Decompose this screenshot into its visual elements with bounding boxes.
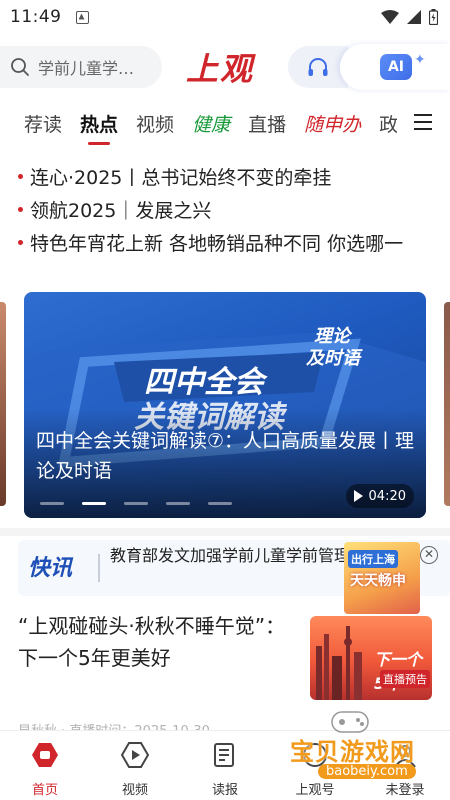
headphones-icon xyxy=(308,58,328,76)
status-time: 11:49 xyxy=(10,7,62,27)
carousel-dot[interactable] xyxy=(124,502,148,505)
headline-text: 连心·2025丨总书记始终不变的牵挂 xyxy=(30,167,332,189)
home-icon xyxy=(31,741,59,769)
headline-text: 领航2025｜发展之兴 xyxy=(30,200,212,222)
nav-newspaper[interactable]: 读报 xyxy=(180,731,270,800)
channel-icon xyxy=(301,741,329,769)
featured-slide[interactable]: 四中全会 关键词解读 理论 及时语 四中全会关键词解读⑦：人口高质量发展丨理论及… xyxy=(24,292,426,518)
previous-slide-peek[interactable] xyxy=(0,302,6,506)
section-divider xyxy=(0,528,450,536)
app-logo: 上观 xyxy=(186,50,255,88)
art-badge-1: 理论 xyxy=(314,326,353,346)
video-duration: 04:20 xyxy=(368,488,406,504)
bottom-navigation: 首页 视频 读报 上观号 未登录 xyxy=(0,730,450,800)
tab-politics[interactable]: 政 xyxy=(379,110,397,137)
article-title: “上观碰碰头·秋秋不睡午觉”：下一个5年更美好 xyxy=(18,614,286,670)
news-flash-logo: 快讯 xyxy=(28,555,73,581)
carousel-dot[interactable] xyxy=(166,502,190,505)
play-icon xyxy=(353,490,363,502)
thumbnail-subtext: 直播预告 xyxy=(380,670,430,688)
nav-label: 上观号 xyxy=(295,783,335,798)
status-icons xyxy=(381,9,438,25)
sparkle-icon: ✦ xyxy=(414,52,426,68)
carousel-dot[interactable] xyxy=(40,502,64,505)
bullet-icon xyxy=(18,174,23,179)
carousel-dot[interactable] xyxy=(208,502,232,505)
video-play-icon xyxy=(121,741,149,769)
floating-promo-ad[interactable]: 出行上海 天天畅申 xyxy=(344,542,420,614)
nav-account[interactable]: 未登录 xyxy=(360,731,450,800)
tab-suishenban[interactable]: 随申办 xyxy=(304,110,361,137)
bullet-icon xyxy=(18,207,23,212)
headline-item[interactable]: 特色年宵花上新 各地畅销品种不同 你选哪一 xyxy=(18,226,450,259)
app-header: 学前儿童学… 上观 AI ✦ xyxy=(0,44,450,90)
divider xyxy=(98,554,100,582)
search-bar[interactable]: 学前儿童学… xyxy=(0,46,162,88)
nav-label: 首页 xyxy=(31,783,58,798)
audio-button[interactable] xyxy=(288,46,348,88)
news-flash-text: 教育部发文加强学前儿童学前管理 xyxy=(110,546,351,565)
next-slide-peek[interactable] xyxy=(444,302,450,506)
video-duration-badge: 04:20 xyxy=(345,484,414,508)
carousel-dot[interactable] xyxy=(82,502,106,505)
nav-label: 读报 xyxy=(211,783,238,798)
article-card[interactable]: “上观碰碰头·秋秋不睡午觉”：下一个5年更美好 下一个5年 直播预告 早秋秋 ·… xyxy=(18,610,450,739)
art-badge-2: 及时语 xyxy=(306,348,363,368)
user-icon xyxy=(391,741,419,769)
ai-assistant-button[interactable]: AI ✦ xyxy=(340,44,450,90)
search-icon xyxy=(11,58,29,76)
bullet-icon xyxy=(18,240,23,245)
tab-health[interactable]: 健康 xyxy=(192,110,230,137)
nav-shangguan-hao[interactable]: 上观号 xyxy=(270,731,360,800)
headline-item[interactable]: 领航2025｜发展之兴 xyxy=(18,193,450,226)
tab-live[interactable]: 直播 xyxy=(248,110,286,137)
nav-label: 未登录 xyxy=(385,783,425,798)
ai-badge: AI xyxy=(380,54,412,80)
promo-title: 天天畅申 xyxy=(350,573,406,589)
close-icon[interactable]: ✕ xyxy=(420,546,438,564)
tab-recommended[interactable]: 荐读 xyxy=(24,110,62,137)
nav-label: 视频 xyxy=(121,783,148,798)
notification-app-icon xyxy=(75,10,89,24)
headline-item[interactable]: 连心·2025丨总书记始终不变的牵挂 xyxy=(18,160,450,193)
wifi-icon xyxy=(381,10,399,24)
nav-video[interactable]: 视频 xyxy=(90,731,180,800)
slide-title: 四中全会关键词解读⑦：人口高质量发展丨理论及时语 xyxy=(36,430,415,482)
carousel-indicator xyxy=(40,502,232,505)
channel-menu-icon[interactable] xyxy=(414,114,432,130)
headline-list: 连心·2025丨总书记始终不变的牵挂 领航2025｜发展之兴 特色年宵花上新 各… xyxy=(18,160,450,259)
art-main-text: 四中全会 xyxy=(144,365,268,399)
tab-hot[interactable]: 热点 xyxy=(80,110,118,137)
status-bar: 11:49 xyxy=(0,0,450,34)
nav-home[interactable]: 首页 xyxy=(0,731,90,800)
cellular-signal-icon xyxy=(407,10,421,24)
battery-icon xyxy=(429,9,438,25)
channel-tabs: 荐读 热点 视频 健康 直播 随申办 政 xyxy=(0,106,450,140)
search-placeholder: 学前儿童学… xyxy=(38,59,135,78)
headline-text: 特色年宵花上新 各地畅销品种不同 你选哪一 xyxy=(30,233,404,255)
featured-carousel[interactable]: 四中全会 关键词解读 理论 及时语 四中全会关键词解读⑦：人口高质量发展丨理论及… xyxy=(0,290,450,518)
promo-tag: 出行上海 xyxy=(348,550,398,568)
newspaper-icon xyxy=(211,741,239,769)
tab-video[interactable]: 视频 xyxy=(136,110,174,137)
article-thumbnail: 下一个5年 直播预告 xyxy=(310,616,432,700)
